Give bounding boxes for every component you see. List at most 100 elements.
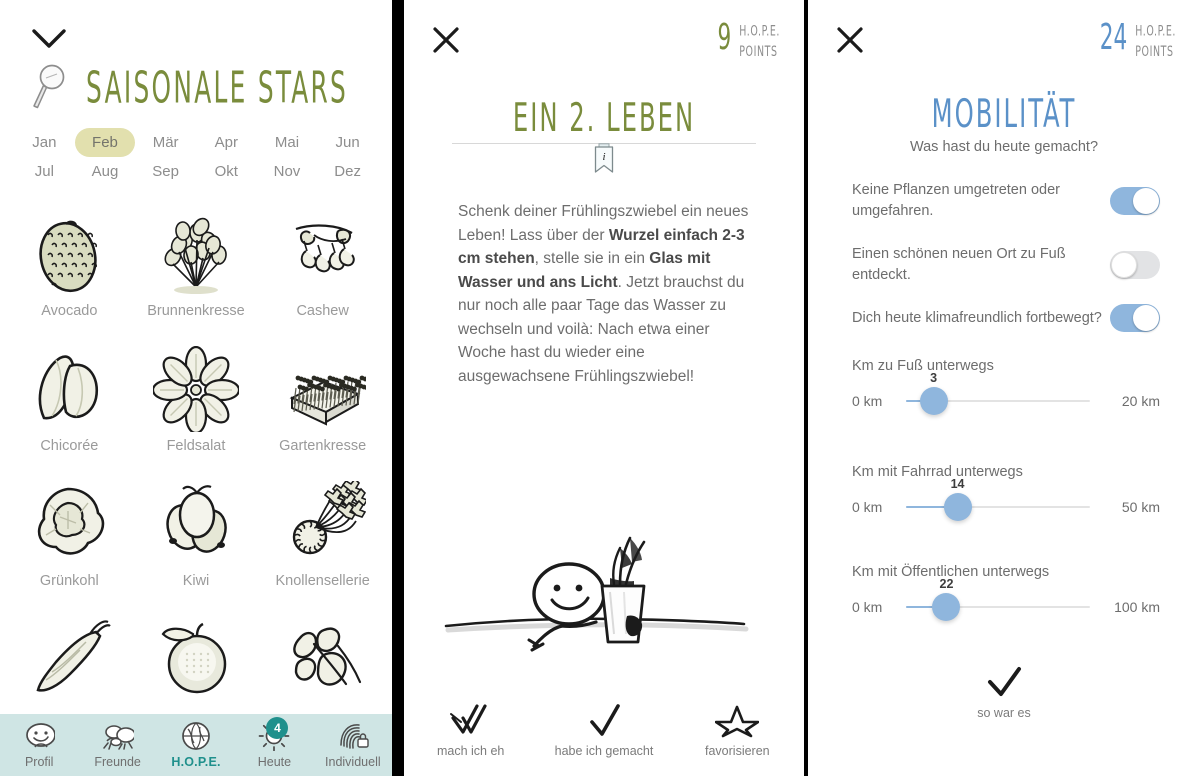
app-screenshot: SAISONALE STARS Jan Feb Mär Apr Mai Jun Jul Aug… (0, 0, 1200, 776)
month-mär[interactable]: Mär (136, 128, 196, 157)
seasonal-stars-panel: SAISONALE STARS Jan Feb Mär Apr Mai Jun Jul Aug… (0, 0, 392, 776)
slider-max-label: 20 km (1121, 393, 1160, 409)
confirm-button[interactable]: so war es (808, 664, 1200, 720)
magnifier-icon[interactable] (26, 62, 72, 114)
check-icon (980, 664, 1028, 700)
slider-block: Km zu Fuß unterwegs 0 km 3 20 km (852, 358, 1160, 422)
mobility-title: MOBILITÄT (931, 92, 1077, 137)
hope-points-label: H.O.P.E. POINTS (1135, 22, 1176, 63)
tip-title: EIN 2. LEBEN (512, 96, 696, 141)
month-aug[interactable]: Aug (75, 157, 136, 186)
slider-value: 3 (930, 371, 938, 385)
slider-track[interactable]: 14 (906, 477, 1090, 527)
confirm-label: so war es (977, 706, 1031, 720)
action-button[interactable]: habe ich gemacht (537, 702, 670, 758)
seasonal-item[interactable] (133, 610, 260, 705)
slider-thumb[interactable]: 3 (919, 371, 948, 415)
action-button[interactable]: mach ich eh (404, 702, 537, 758)
lambs-lettuce-icon (133, 340, 260, 438)
parsnip-icon (259, 610, 386, 705)
seasonal-item[interactable]: Feldsalat (133, 340, 260, 475)
toggle-switch[interactable] (1110, 304, 1160, 332)
slider-thumb[interactable]: 14 (943, 477, 972, 521)
seasonal-item[interactable] (259, 610, 386, 705)
nav-item-hope[interactable]: H.O.P.E. (157, 721, 235, 769)
close-icon[interactable] (834, 24, 866, 56)
fingerprint-icon (337, 721, 369, 751)
seasonal-item-label: Gartenkresse (279, 438, 367, 454)
slider-block: Km mit Öffentlichen unterwegs 0 km 22 100 k… (852, 564, 1160, 628)
seasonal-item-label: Chicorée (40, 438, 99, 454)
month-mai[interactable]: Mai (258, 128, 316, 157)
month-sep[interactable]: Sep (135, 157, 196, 186)
hope-points-label-line1: H.O.P.E. (1135, 23, 1176, 40)
month-nov[interactable]: Nov (257, 157, 318, 186)
toggle-knob (1133, 188, 1159, 214)
watercress-icon (133, 205, 260, 303)
seasonal-item-label: Cashew (296, 303, 349, 319)
slider-row: 0 km 3 20 km (852, 371, 1160, 422)
face-icon (23, 721, 56, 751)
tip-detail-panel: 9 H.O.P.E. POINTS EIN 2. LEBEN i Schenk … (404, 0, 804, 776)
seasonal-item-label: Knollensellerie (275, 573, 370, 589)
seasonal-item[interactable]: Chicorée (6, 340, 133, 475)
friends-icon (102, 721, 134, 751)
action-label: favorisieren (705, 744, 770, 758)
seasonal-item-label: Grünkohl (39, 573, 99, 589)
seasonal-item[interactable]: Knollensellerie (259, 475, 386, 610)
seasonal-item[interactable]: Gartenkresse (259, 340, 386, 475)
seasonal-item[interactable]: Grünkohl (6, 475, 133, 610)
seasonal-item[interactable]: Kiwi (133, 475, 260, 610)
tip-body-text: Schenk deiner Frühlingszwiebel ein neues… (458, 200, 750, 388)
month-jun[interactable]: Jun (319, 128, 377, 157)
tip-action-bar: mach ich eh habe ich gemacht favorisiere… (404, 702, 804, 758)
panel-title-row: SAISONALE STARS (0, 62, 392, 114)
stickman-with-glass-illustration (444, 534, 764, 664)
month-feb[interactable]: Feb (75, 128, 135, 157)
action-button[interactable]: favorisieren (671, 702, 804, 758)
globe-icon (180, 721, 212, 751)
nav-item-freunde[interactable]: Freunde (78, 721, 156, 769)
slider-min-label: 0 km (852, 393, 883, 409)
toggle-switch[interactable] (1110, 187, 1160, 215)
nav-item-profil[interactable]: Profil (0, 721, 78, 769)
slider-value: 22 (939, 577, 954, 591)
toggle-label: Einen schönen neuen Ort zu Fuß entdeckt. (852, 246, 1066, 283)
close-icon[interactable] (430, 24, 462, 56)
toggle-label: Keine Pflanzen umgetreten oder umgefahre… (852, 182, 1060, 219)
nav-item-heute[interactable]: 4 Heute (235, 717, 313, 769)
slider-track[interactable]: 22 (906, 577, 1090, 627)
hope-points-value: 24 (1099, 16, 1128, 58)
toggle-switch[interactable] (1110, 251, 1160, 279)
seasonal-item[interactable]: Avocado (6, 205, 133, 340)
toggle-row: Keine Pflanzen umgetreten oder umgefahre… (852, 180, 1160, 222)
month-jan[interactable]: Jan (15, 128, 73, 157)
slider-title: Km mit Fahrrad unterwegs (852, 464, 1023, 480)
seasonal-item[interactable] (6, 610, 133, 705)
month-okt[interactable]: Okt (198, 157, 255, 186)
hope-points-value: 9 (717, 16, 732, 58)
bookmark-info-icon[interactable]: i (592, 143, 616, 175)
month-selector: Jan Feb Mär Apr Mai Jun Jul Aug Sep Okt Nov Dez (0, 128, 392, 186)
month-apr[interactable]: Apr (198, 128, 255, 157)
chevron-down-icon[interactable] (28, 22, 70, 54)
sun-icon: 4 (258, 717, 290, 751)
cashew-icon (259, 205, 386, 303)
seasonal-item[interactable]: Cashew (259, 205, 386, 340)
panel-divider (392, 0, 404, 776)
slider-thumb[interactable]: 22 (932, 577, 961, 621)
slider-track[interactable]: 3 (906, 371, 1090, 421)
slider-row: 0 km 22 100 km (852, 577, 1160, 628)
month-dez[interactable]: Dez (317, 157, 378, 186)
kale-icon (6, 475, 133, 573)
action-label: mach ich eh (436, 744, 505, 758)
month-jul[interactable]: Jul (18, 157, 71, 186)
celeriac-icon (259, 475, 386, 573)
slider-max-label: 100 km (1114, 599, 1160, 615)
slider-title: Km zu Fuß unterwegs (852, 358, 994, 374)
double-check-icon (449, 702, 493, 738)
nav-item-individuell[interactable]: Individuell (314, 721, 392, 769)
bottom-navigation: Profil Freunde H.O.P.E. 4 Heute Individue… (0, 714, 392, 776)
seasonal-item[interactable]: Brunnenkresse (133, 205, 260, 340)
hope-points-label-line2: POINTS (739, 43, 778, 60)
